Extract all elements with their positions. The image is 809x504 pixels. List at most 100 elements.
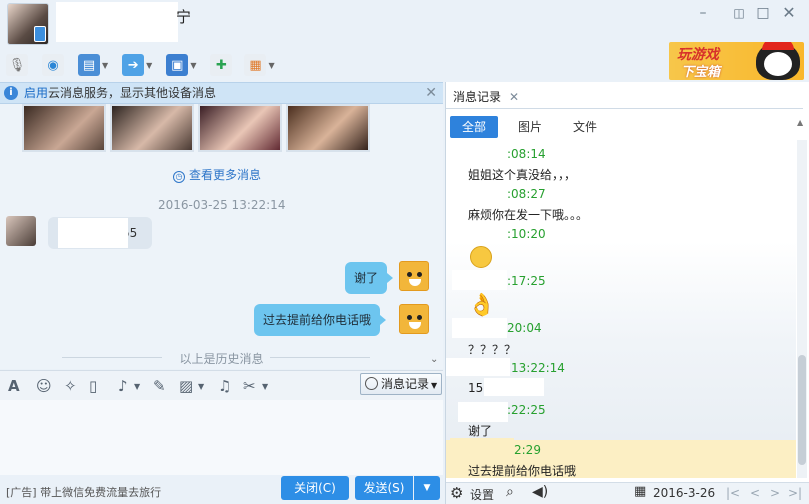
contact-avatar[interactable]	[6, 216, 36, 246]
send-file-icon[interactable]: ➔	[122, 54, 145, 76]
microphone-icon[interactable]: 🎙	[6, 54, 28, 76]
photo-thumbnail[interactable]	[198, 104, 282, 152]
speaker-icon[interactable]: ◀)	[532, 484, 548, 500]
outgoing-message-text: 过去提前给你电话哦	[263, 313, 372, 327]
outgoing-message-text: 谢了	[354, 271, 379, 285]
restore-icon[interactable]: ◫	[728, 4, 750, 22]
shake-icon[interactable]: ▯	[89, 377, 97, 395]
hand-emoji-icon: 👌	[468, 293, 496, 318]
entry-text: 谢了	[468, 424, 493, 438]
entry-text: 过去提前给你电话哦	[468, 464, 577, 478]
divider	[446, 108, 803, 109]
remote-desktop-icon[interactable]: ▣	[166, 54, 189, 76]
message-history-label: 消息记录	[381, 377, 430, 391]
chevron-down-icon[interactable]: ▼	[102, 61, 108, 70]
history-divider-text: 以上是历史消息	[179, 352, 264, 366]
entry-text: 麻烦你在发一下哦。。。	[468, 208, 589, 222]
music-icon[interactable]: ♫	[218, 377, 231, 395]
enable-link[interactable]: 启用	[24, 86, 48, 100]
close-icon[interactable]: ✕	[778, 4, 800, 22]
info-icon: i	[4, 86, 18, 100]
entry-time: :08:14	[507, 147, 546, 161]
image-icon[interactable]: ▨	[179, 377, 193, 395]
history-date[interactable]: 2016-3-26	[653, 486, 715, 500]
emoji-icon[interactable]: ☺	[36, 377, 52, 395]
game-ad-banner[interactable]: 玩游戏 下宝箱	[669, 42, 804, 80]
chevron-down-icon: ▼	[431, 381, 438, 390]
contact-avatar[interactable]	[7, 3, 49, 45]
filter-files[interactable]: 文件	[561, 116, 609, 138]
settings-label[interactable]: 设置	[470, 486, 494, 503]
smile-emoji-icon	[470, 246, 492, 268]
entry-text: 姐姐这个真没给，，，	[468, 168, 577, 182]
send-button[interactable]: 发送(S)	[355, 476, 413, 500]
chat-window: 宁 – ◫ □ ✕ 🎙 ◉ ▤ ▼ ➔ ▼ ▣ ▼ ✚ ▦ ▼ 玩游戏 下宝箱 i 启用…	[0, 0, 809, 504]
entry-text: ？？？？	[468, 343, 517, 357]
my-avatar[interactable]	[399, 261, 429, 291]
chat-area: ◷ 查看更多消息 2016-03-25 13:22:14 55 谢了 过去提前给你…	[0, 104, 443, 369]
view-more-label: 查看更多消息	[189, 168, 262, 182]
photo-thumbnail[interactable]	[110, 104, 194, 152]
ad-line2: 下宝箱	[681, 65, 721, 80]
magic-icon[interactable]: ✧	[64, 377, 77, 395]
close-icon[interactable]: ✕	[509, 90, 519, 104]
redacted-area	[58, 218, 128, 248]
entry-time: 20:04	[507, 321, 542, 335]
history-footer: ⚙ 设置 ⌕ ◀) ▦ 2016-3-26 |< < > >|	[446, 482, 809, 504]
phone-online-icon	[34, 26, 46, 42]
notice-text: 云消息服务，显示其他设备消息	[48, 86, 217, 100]
search-icon[interactable]: ⌕	[506, 484, 514, 500]
cloud-message-notice: i 启用云消息服务，显示其他设备消息 ✕	[0, 82, 443, 104]
voice-message-icon[interactable]: ♪	[118, 377, 128, 395]
gear-icon[interactable]: ⚙	[450, 484, 463, 502]
close-button[interactable]: 关闭(C)	[281, 476, 349, 500]
font-icon[interactable]: A	[8, 377, 20, 395]
tab-message-history[interactable]: 消息记录 ✕	[453, 86, 519, 108]
outgoing-message: 过去提前给你电话哦	[254, 304, 387, 336]
filter-images[interactable]: 图片	[506, 116, 554, 138]
send-options-chevron-icon[interactable]: ▼	[414, 476, 440, 500]
chevron-down-icon[interactable]: ▼	[190, 61, 196, 70]
chevron-down-icon[interactable]: ▼	[262, 382, 268, 391]
contact-name: 宁	[176, 8, 192, 26]
minimize-icon[interactable]: –	[692, 4, 714, 22]
chevron-down-icon[interactable]: ▼	[134, 382, 140, 391]
bottom-ad-link[interactable]: [广告] 带上微信免费流量去旅行	[6, 484, 161, 500]
chevron-down-icon[interactable]: ▼	[146, 61, 152, 70]
view-more-link[interactable]: ◷ 查看更多消息	[173, 166, 261, 183]
history-divider: 以上是历史消息	[0, 350, 443, 367]
maximize-icon[interactable]: □	[752, 4, 774, 22]
screen-share-icon[interactable]: ▤	[78, 54, 100, 76]
entry-time: :17:25	[507, 274, 546, 288]
edit-icon[interactable]: ✎	[153, 377, 166, 395]
photo-thumbnail[interactable]	[22, 104, 106, 152]
photo-thumbnail[interactable]	[286, 104, 370, 152]
message-input[interactable]	[0, 400, 443, 475]
entry-time: :10:20	[507, 227, 546, 241]
tab-label: 消息记录	[453, 90, 502, 104]
chevron-down-icon[interactable]: ▼	[268, 61, 274, 70]
video-call-icon[interactable]: ◉	[42, 54, 64, 76]
prev-page-icon[interactable]: <	[750, 486, 760, 500]
chevron-down-icon[interactable]: ▼	[198, 382, 204, 391]
chevron-down-icon[interactable]: ⌄	[430, 354, 438, 365]
next-page-icon[interactable]: >	[770, 486, 780, 500]
close-icon[interactable]: ✕	[425, 83, 437, 103]
message-history-button[interactable]: 消息记录 ▼	[360, 373, 442, 395]
calendar-icon[interactable]: ▦	[634, 484, 646, 499]
filter-all[interactable]: 全部	[450, 116, 498, 138]
scrollbar-thumb[interactable]	[798, 355, 806, 465]
entry-time: :08:27	[507, 187, 546, 201]
scroll-up-icon[interactable]: ▲	[797, 118, 803, 127]
last-page-icon[interactable]: >|	[788, 486, 802, 500]
toolbar: 🎙 ◉ ▤ ▼ ➔ ▼ ▣ ▼ ✚ ▦ ▼	[6, 52, 275, 78]
add-app-icon[interactable]: ✚	[210, 54, 233, 76]
history-scrollbar[interactable]	[797, 140, 807, 478]
app-grid-icon[interactable]: ▦	[244, 54, 267, 76]
screenshot-scissors-icon[interactable]: ✂	[243, 377, 256, 395]
history-list: :08:14 姐姐这个真没给，，， :08:27 麻烦你在发一下哦。。。 :10…	[446, 140, 796, 478]
outgoing-message: 谢了	[345, 262, 394, 294]
first-page-icon[interactable]: |<	[726, 486, 740, 500]
my-avatar[interactable]	[399, 304, 429, 334]
entry-time: 2:29	[514, 443, 541, 457]
